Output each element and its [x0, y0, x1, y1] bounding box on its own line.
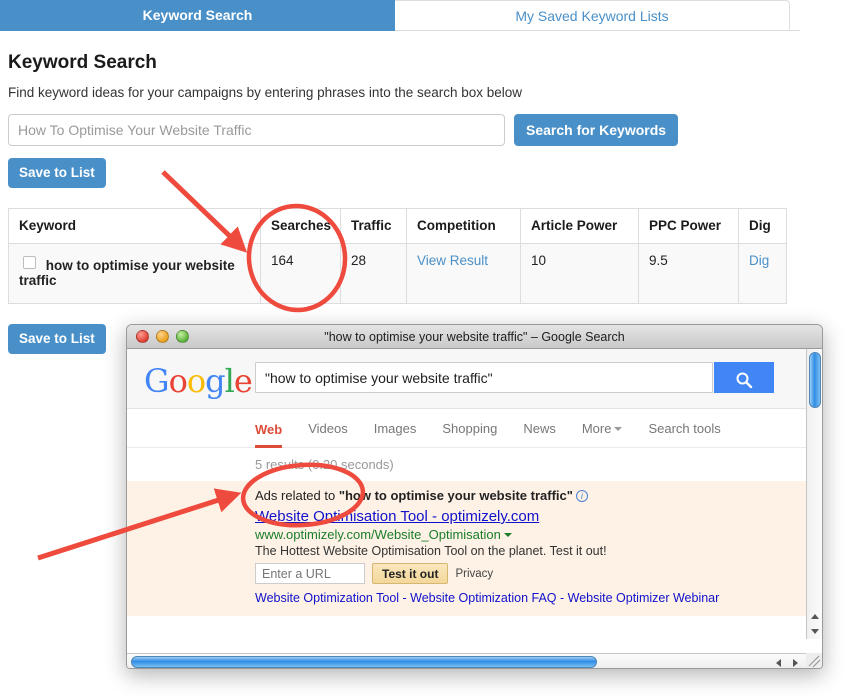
vertical-scrollbar[interactable] — [806, 349, 822, 639]
save-to-list-button-top[interactable]: Save to List — [8, 158, 106, 188]
ad-url-text: www.optimizely.com/Website_Optimisation — [255, 527, 501, 542]
keyword-text: how to optimise your website traffic — [19, 258, 235, 288]
browser-content: Google Web Videos Images Shopping News M… — [127, 349, 822, 668]
column-header-article-power[interactable]: Article Power — [520, 208, 639, 244]
table-row: how to optimise your website traffic 164… — [8, 243, 787, 304]
dig-link[interactable]: Dig — [749, 253, 769, 268]
google-nav-web[interactable]: Web — [255, 409, 283, 448]
ad-title-link[interactable]: Website Optimisation Tool - optimizely.c… — [255, 508, 822, 525]
search-row: Search for Keywords — [8, 114, 679, 146]
cell-dig: Dig — [738, 243, 787, 304]
column-header-searches[interactable]: Searches — [260, 208, 341, 244]
info-icon[interactable]: i — [575, 490, 588, 502]
vertical-scroll-arrows — [807, 609, 822, 639]
cell-competition: View Result — [406, 243, 521, 304]
google-nav-news[interactable]: News — [523, 421, 556, 436]
google-logo[interactable]: Google — [144, 365, 253, 397]
vertical-scrollbar-thumb[interactable] — [809, 352, 821, 408]
scroll-right-arrow-icon[interactable] — [787, 655, 804, 668]
cell-ppc-power: 9.5 — [638, 243, 739, 304]
column-header-keyword[interactable]: Keyword — [8, 208, 261, 244]
column-header-dig[interactable]: Dig — [738, 208, 787, 244]
tab-bar-underline — [395, 30, 800, 31]
column-header-competition[interactable]: Competition — [406, 208, 521, 244]
browser-title-bar[interactable]: "how to optimise your website traffic" –… — [127, 325, 822, 349]
ad-sitelinks[interactable]: Website Optimization Tool - Website Opti… — [255, 591, 822, 605]
save-to-list-button-bottom[interactable]: Save to List — [8, 324, 106, 354]
horizontal-scrollbar-thumb[interactable] — [131, 656, 597, 668]
ad-display-url: www.optimizely.com/Website_Optimisation — [255, 527, 822, 542]
horizontal-scroll-arrows — [770, 655, 804, 668]
scroll-down-arrow-icon[interactable] — [807, 624, 822, 639]
ad-description: The Hottest Website Optimisation Tool on… — [255, 544, 607, 558]
browser-window-title: "how to optimise your website traffic" –… — [324, 330, 625, 344]
google-nav-search-tools[interactable]: Search tools — [648, 421, 720, 436]
magnifier-icon — [720, 370, 768, 390]
google-nav-more[interactable]: More — [582, 421, 623, 436]
cell-article-power: 10 — [520, 243, 639, 304]
app-root: Keyword Search My Saved Keyword Lists Ke… — [0, 0, 861, 699]
chevron-down-icon[interactable] — [503, 533, 512, 537]
google-search-nav: Web Videos Images Shopping News More Sea… — [127, 409, 822, 448]
tab-keyword-search[interactable]: Keyword Search — [0, 0, 395, 31]
ad-url-input[interactable] — [255, 563, 365, 584]
keyword-results-table: Keyword Searches Traffic Competition Art… — [8, 208, 787, 304]
google-search-button[interactable] — [714, 362, 774, 393]
window-resize-grip[interactable] — [806, 653, 822, 668]
search-for-keywords-button[interactable]: Search for Keywords — [514, 114, 679, 146]
ad-inline-form: Test it out Privacy — [255, 563, 822, 584]
ad-privacy-label[interactable]: Privacy — [455, 568, 493, 580]
table-header-row: Keyword Searches Traffic Competition Art… — [8, 208, 787, 244]
scroll-left-arrow-icon[interactable] — [770, 655, 787, 668]
google-nav-images[interactable]: Images — [374, 421, 417, 436]
column-header-ppc-power[interactable]: PPC Power — [638, 208, 739, 244]
google-ads-block: Ads related to "how to optimise your web… — [127, 481, 822, 616]
google-header: Google — [127, 349, 822, 409]
google-search-browser-window: "how to optimise your website traffic" –… — [126, 324, 823, 669]
scroll-up-arrow-icon[interactable] — [807, 609, 822, 624]
google-search-input[interactable] — [255, 362, 713, 393]
google-nav-more-label: More — [581, 421, 612, 436]
ads-related-header: Ads related to "how to optimise your web… — [255, 488, 822, 503]
google-nav-shopping[interactable]: Shopping — [442, 421, 497, 436]
ad-test-it-out-button[interactable]: Test it out — [372, 563, 449, 584]
cell-keyword: how to optimise your website traffic — [8, 243, 261, 304]
ads-related-query: "how to optimise your website traffic" — [338, 488, 573, 503]
view-result-link[interactable]: View Result — [417, 253, 488, 268]
horizontal-scrollbar[interactable] — [127, 653, 822, 668]
chevron-down-icon — [614, 427, 623, 431]
google-nav-videos[interactable]: Videos — [308, 421, 348, 436]
tab-bar: Keyword Search My Saved Keyword Lists — [0, 0, 800, 31]
tab-my-saved-keyword-lists[interactable]: My Saved Keyword Lists — [395, 0, 790, 31]
row-select-checkbox[interactable] — [23, 256, 36, 269]
keyword-search-input[interactable] — [8, 114, 505, 146]
column-header-traffic[interactable]: Traffic — [340, 208, 407, 244]
ads-related-prefix: Ads related to — [255, 488, 339, 503]
page-subtitle: Find keyword ideas for your campaigns by… — [8, 85, 523, 100]
cell-traffic: 28 — [340, 243, 407, 304]
google-result-stats: 5 results (0.20 seconds) — [255, 457, 394, 472]
page-title: Keyword Search — [8, 52, 157, 73]
cell-searches: 164 — [260, 243, 341, 304]
